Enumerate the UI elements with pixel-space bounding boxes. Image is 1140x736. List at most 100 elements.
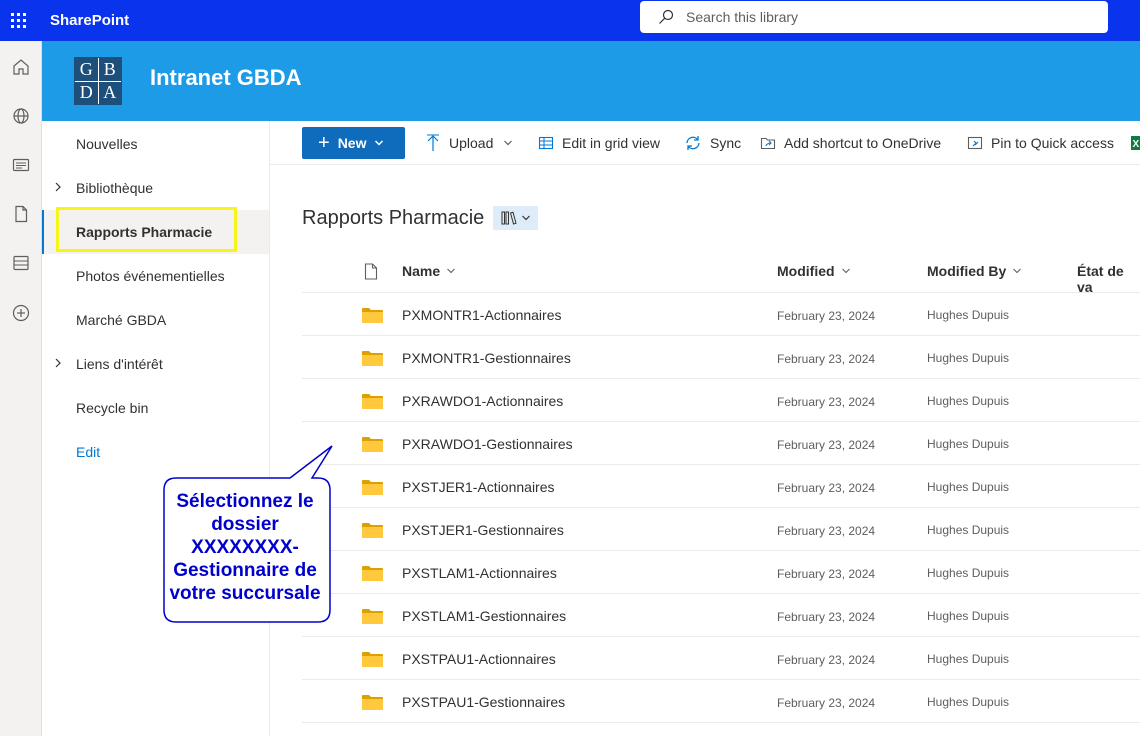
folder-icon (362, 695, 383, 710)
folder-icon (362, 480, 383, 495)
column-header-modified-by[interactable]: Modified By (927, 263, 1022, 279)
chevron-down-icon (521, 215, 530, 221)
folder-icon (362, 308, 383, 323)
svg-text:X: X (1133, 139, 1140, 150)
add-shortcut-button[interactable]: Add shortcut to OneDrive (760, 133, 941, 153)
folder-icon (362, 652, 383, 667)
nav-item-marche[interactable]: Marché GBDA (42, 298, 269, 342)
nav-item-liens[interactable]: Liens d'intérêt (42, 342, 269, 386)
table-row[interactable]: PXMONTR1-Actionnaires February 23, 2024 Hu… (302, 293, 1140, 336)
table-row[interactable]: PXRAWDO1-Gestionnaires February 23, 2024 H… (302, 422, 1140, 465)
modified-date: February 23, 2024 (777, 653, 876, 667)
folder-name-link[interactable]: PXSTPAU1-Actionnaires (402, 651, 556, 667)
modified-by[interactable]: Hughes Dupuis (927, 566, 1009, 580)
folder-name-link[interactable]: PXMONTR1-Actionnaires (402, 307, 562, 323)
modified-by[interactable]: Hughes Dupuis (927, 523, 1009, 537)
folder-icon (362, 609, 383, 624)
list-icon[interactable] (0, 245, 42, 281)
modified-date: February 23, 2024 (777, 524, 876, 538)
folder-name-link[interactable]: PXSTLAM1-Actionnaires (402, 565, 557, 581)
folder-name-link[interactable]: PXRAWDO1-Actionnaires (402, 393, 563, 409)
modified-by[interactable]: Hughes Dupuis (927, 695, 1009, 709)
modified-date: February 23, 2024 (777, 438, 876, 452)
pin-quick-access-button[interactable]: Pin to Quick access (967, 133, 1114, 153)
table-row[interactable]: PXMONTR1-Gestionnaires February 23, 2024 H… (302, 336, 1140, 379)
folder-icon (362, 437, 383, 452)
chevron-down-icon (447, 268, 456, 274)
site-logo[interactable]: GB DA (74, 57, 122, 105)
chevron-down-icon (375, 140, 384, 146)
modified-by[interactable]: Hughes Dupuis (927, 351, 1009, 365)
grid-icon (538, 136, 554, 150)
sync-icon (686, 136, 700, 150)
folder-name-link[interactable]: PXSTLAM1-Gestionnaires (402, 608, 566, 624)
app-name[interactable]: SharePoint (50, 12, 129, 29)
modified-by[interactable]: Hughes Dupuis (927, 609, 1009, 623)
add-icon[interactable] (0, 295, 42, 331)
nav-item-recycle-bin[interactable]: Recycle bin (42, 386, 269, 430)
modified-date: February 23, 2024 (777, 567, 876, 581)
table-header: Name Modified Modified By État de va (302, 250, 1140, 295)
upload-icon (427, 134, 439, 151)
news-icon[interactable] (0, 147, 42, 183)
file-type-icon[interactable] (364, 263, 378, 280)
search-placeholder: Search this library (686, 9, 799, 25)
nav-item-photos[interactable]: Photos événementielles (42, 254, 269, 298)
column-header-name[interactable]: Name (402, 263, 456, 279)
folder-icon (362, 523, 383, 538)
site-title[interactable]: Intranet GBDA (150, 65, 302, 91)
nav-item-nouvelles[interactable]: Nouvelles (42, 122, 269, 166)
excel-icon[interactable]: X (1131, 133, 1140, 153)
search-box[interactable]: Search this library (640, 1, 1108, 33)
table-row[interactable]: PXSTLAM1-Gestionnaires February 23, 2024 H… (302, 594, 1140, 637)
chevron-down-icon (1013, 268, 1022, 274)
folder-name-link[interactable]: PXSTPAU1-Gestionnaires (402, 694, 565, 710)
folder-name-link[interactable]: PXSTJER1-Gestionnaires (402, 522, 564, 538)
modified-by[interactable]: Hughes Dupuis (927, 437, 1009, 451)
folder-icon (362, 394, 383, 409)
modified-by[interactable]: Hughes Dupuis (927, 480, 1009, 494)
app-launcher-icon[interactable] (0, 3, 36, 39)
chevron-right-icon[interactable] (52, 181, 64, 193)
folder-name-link[interactable]: PXRAWDO1-Gestionnaires (402, 436, 573, 452)
app-rail (0, 41, 42, 736)
table-row[interactable]: PXSTJER1-Gestionnaires February 23, 2024 H… (302, 508, 1140, 551)
folder-icon (362, 566, 383, 581)
globe-icon[interactable] (0, 98, 42, 134)
table-row[interactable]: PXSTLAM1-Actionnaires February 23, 2024 Hu… (302, 551, 1140, 594)
new-button[interactable]: + New (302, 127, 405, 159)
pin-icon (967, 136, 983, 150)
chevron-right-icon[interactable] (52, 357, 64, 369)
modified-by[interactable]: Hughes Dupuis (927, 308, 1009, 322)
file-list: PXMONTR1-Actionnaires February 23, 2024 Hu… (302, 293, 1140, 723)
table-row[interactable]: PXSTJER1-Actionnaires February 23, 2024 Hu… (302, 465, 1140, 508)
file-icon[interactable] (0, 196, 42, 232)
table-row[interactable]: PXRAWDO1-Actionnaires February 23, 2024 Hu… (302, 379, 1140, 422)
command-bar: + New Upload Edit in grid view Sync Add … (270, 121, 1140, 165)
modified-by[interactable]: Hughes Dupuis (927, 394, 1009, 408)
column-header-state[interactable]: État de va (1077, 263, 1140, 295)
library-title: Rapports Pharmacie (302, 207, 485, 229)
plus-icon: + (318, 132, 330, 154)
nav-edit-link[interactable]: Edit (42, 430, 269, 474)
home-icon[interactable] (0, 49, 42, 85)
modified-by[interactable]: Hughes Dupuis (927, 652, 1009, 666)
table-row[interactable]: PXSTPAU1-Actionnaires February 23, 2024 Hu… (302, 637, 1140, 680)
column-header-modified[interactable]: Modified (777, 263, 851, 279)
nav-item-bibliotheque[interactable]: Bibliothèque (42, 166, 269, 210)
modified-date: February 23, 2024 (777, 395, 876, 409)
view-switcher-button[interactable] (493, 206, 538, 230)
callout-text: Sélectionnez le dossier XXXXXXXX- Gestio… (169, 491, 321, 604)
chevron-down-icon (504, 140, 513, 146)
folder-name-link[interactable]: PXSTJER1-Actionnaires (402, 479, 555, 495)
suite-bar: SharePoint Search this library (0, 0, 1140, 41)
folder-name-link[interactable]: PXMONTR1-Gestionnaires (402, 350, 571, 366)
folder-icon (362, 351, 383, 366)
upload-button[interactable]: Upload (425, 133, 521, 153)
modified-date: February 23, 2024 (777, 309, 876, 323)
modified-date: February 23, 2024 (777, 481, 876, 495)
sync-button[interactable]: Sync (684, 133, 741, 153)
edit-grid-button[interactable]: Edit in grid view (538, 133, 660, 153)
library-view-icon (501, 211, 517, 225)
table-row[interactable]: PXSTPAU1-Gestionnaires February 23, 2024 H… (302, 680, 1140, 723)
